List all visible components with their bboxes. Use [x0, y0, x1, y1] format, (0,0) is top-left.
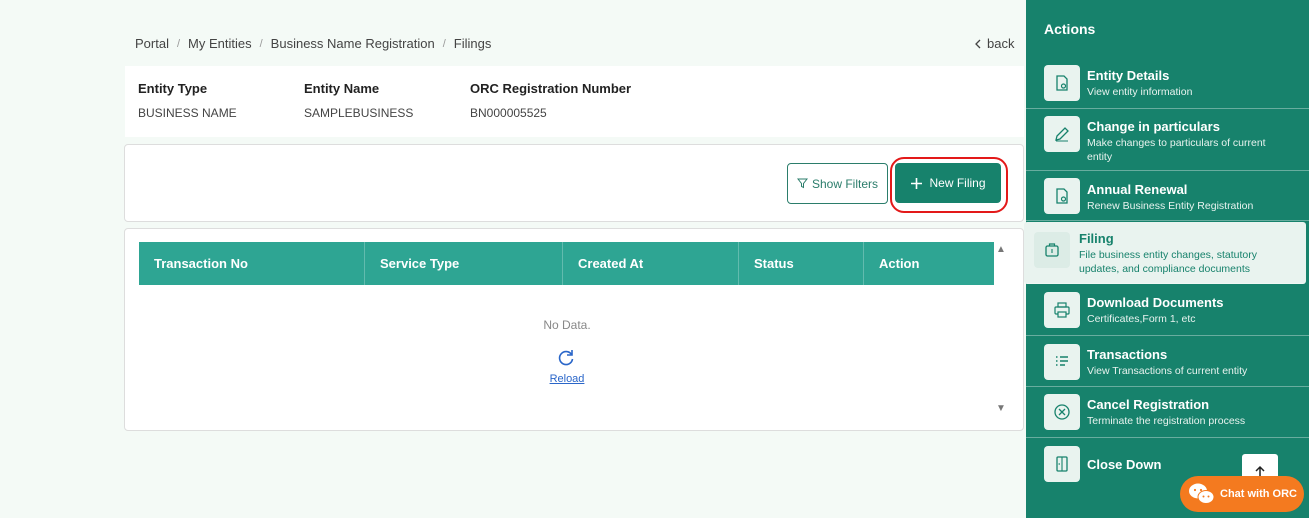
sidebar-item-description: Make changes to particulars of current e… [1087, 137, 1266, 163]
entity-name-label: Entity Name [304, 81, 380, 96]
sidebar-item-title: Entity Details [1087, 68, 1170, 83]
list-icon [1044, 344, 1080, 380]
filter-icon [796, 178, 808, 189]
sidebar-item-title: Filing [1079, 231, 1114, 246]
show-filters-button[interactable]: Show Filters [787, 163, 888, 204]
scroll-up-arrow-icon[interactable]: ▲ [995, 244, 1007, 255]
entity-summary-card: Entity Type BUSINESS NAME Entity Name SA… [125, 66, 1024, 137]
wechat-icon [1189, 483, 1215, 504]
entity-name-value: SAMPLEBUSINESS [304, 106, 414, 120]
chat-label: Chat with ORC [1220, 488, 1297, 500]
file-view-icon [1044, 65, 1080, 101]
back-link[interactable]: back [975, 36, 1014, 51]
reload-icon[interactable] [555, 347, 577, 369]
entity-type-value: BUSINESS NAME [138, 106, 237, 120]
sidebar-item-description: View entity information [1087, 86, 1193, 98]
entity-name-field: Entity Name SAMPLEBUSINESS [304, 81, 413, 120]
sidebar-item-description: File business entity changes, statutory … [1079, 249, 1258, 275]
sidebar-item-title: Transactions [1087, 347, 1168, 362]
sidebar-item-title: Change in particulars [1087, 119, 1220, 134]
briefcase-icon [1034, 232, 1070, 268]
sidebar-title: Actions [1044, 21, 1096, 37]
breadcrumb-separator: / [176, 37, 181, 50]
chat-with-orc-button[interactable]: Chat with ORC [1180, 476, 1304, 512]
show-filters-label: Show Filters [811, 176, 879, 191]
breadcrumb-separator: / [442, 37, 446, 50]
sidebar-item-transactions[interactable]: Transactions View Transactions of curren… [1026, 336, 1309, 387]
sidebar-item-cancel-registration[interactable]: Cancel Registration Terminate the regist… [1026, 387, 1309, 438]
breadcrumb-my-entities[interactable]: My Entities [188, 36, 252, 51]
sidebar-item-title: Cancel Registration [1087, 397, 1210, 412]
new-filing-label: New Filing [929, 176, 986, 190]
breadcrumb-separator: / [259, 37, 263, 50]
plus-icon [911, 177, 923, 189]
sidebar-item-filing[interactable]: Filing File business entity changes, sta… [1024, 222, 1306, 284]
sidebar-item-annual-renewal[interactable]: Annual Renewal Renew Business Entity Reg… [1026, 171, 1309, 221]
scroll-down-arrow-icon[interactable]: ▼ [995, 403, 1007, 414]
actions-sidebar: Actions Entity Details View entity infor… [1024, 0, 1309, 518]
breadcrumb-filings: Filings [453, 36, 492, 51]
sidebar-item-title: Annual Renewal [1087, 182, 1188, 197]
sidebar-item-description: Terminate the registration process [1087, 415, 1246, 427]
column-header-created-at: Created At [563, 242, 739, 285]
column-header-transaction-no: Transaction No [139, 242, 365, 285]
column-header-service-type: Service Type [365, 242, 563, 285]
back-label: back [987, 36, 1015, 51]
filings-toolbar: Show Filters New Filing [124, 144, 1024, 222]
column-header-action: Action [879, 256, 920, 271]
orc-number-field: ORC Registration Number BN000005525 [470, 81, 631, 120]
empty-state-text: No Data. [543, 318, 591, 332]
sidebar-item-title: Download Documents [1087, 295, 1224, 310]
sidebar-item-download-documents[interactable]: Download Documents Certificates,Form 1, … [1026, 285, 1309, 336]
reload-link[interactable]: Reload [125, 373, 1009, 385]
sidebar-item-title: Close Down [1087, 457, 1162, 472]
breadcrumb-business-name-registration[interactable]: Business Name Registration [271, 36, 435, 51]
sidebar-item-entity-details[interactable]: Entity Details View entity information [1026, 57, 1309, 109]
door-icon [1044, 446, 1080, 482]
entity-type-field: Entity Type BUSINESS NAME [138, 81, 237, 120]
orc-number-label: ORC Registration Number [470, 81, 632, 96]
printer-icon [1044, 292, 1080, 328]
new-filing-button[interactable]: New Filing [895, 163, 1001, 203]
breadcrumb-portal[interactable]: Portal [135, 36, 169, 51]
chevron-left-icon [975, 39, 981, 48]
sidebar-item-description: Certificates,Form 1, etc [1087, 313, 1196, 325]
sidebar-item-description: Renew Business Entity Registration [1087, 200, 1254, 212]
entity-type-label: Entity Type [138, 81, 208, 96]
cancel-circle-icon [1044, 394, 1080, 430]
main-content: Portal / My Entities / Business Name Reg… [0, 0, 1026, 518]
filings-table: Transaction No Service Type Created At S… [124, 228, 1024, 431]
table-header: Transaction No Service Type Created At S… [139, 242, 994, 285]
breadcrumb: Portal / My Entities / Business Name Reg… [135, 36, 491, 51]
file-view-icon [1044, 178, 1080, 214]
sidebar-item-change-in-particulars[interactable]: Change in particulars Make changes to pa… [1026, 109, 1309, 171]
sidebar-item-description: View Transactions of current entity [1087, 365, 1248, 377]
column-header-status: Status [739, 242, 864, 285]
pencil-icon [1044, 116, 1080, 152]
orc-number-value: BN000005525 [470, 106, 547, 120]
